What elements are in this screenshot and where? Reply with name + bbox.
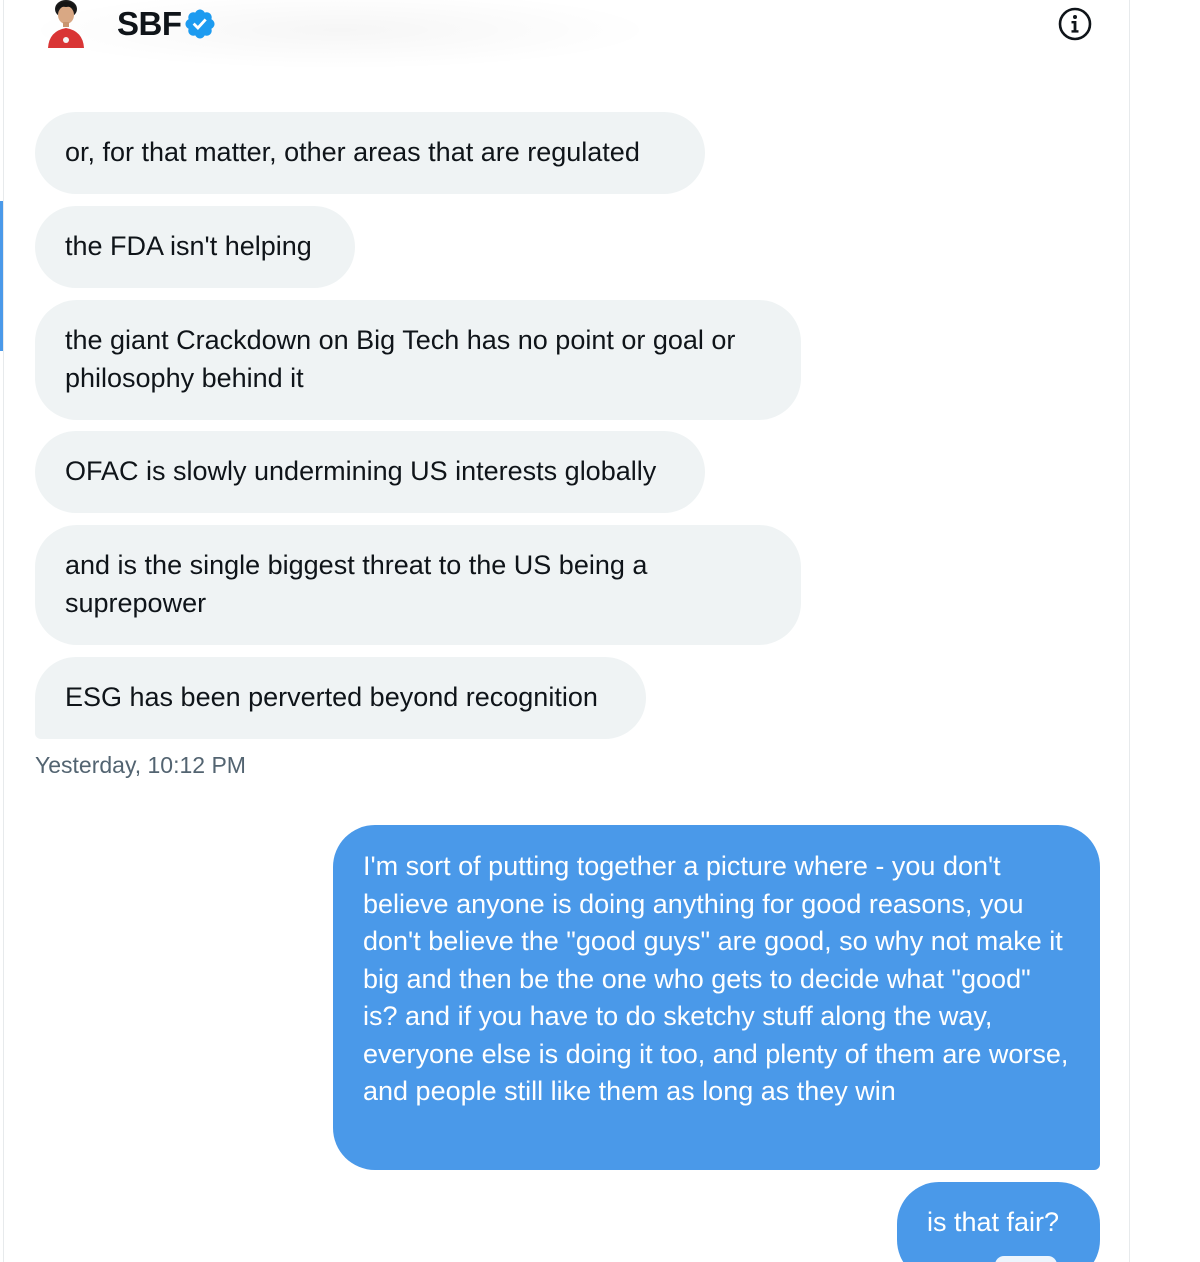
message-text: the FDA isn't helping	[65, 231, 312, 261]
incoming-message-bubble[interactable]: the giant Crackdown on Big Tech has no p…	[35, 300, 801, 420]
message-timestamp: Yesterday, 10:12 PM	[35, 752, 246, 778]
panel-divider-left	[3, 0, 4, 1262]
incoming-message-bubble[interactable]: ESG has been perverted beyond recognitio…	[35, 657, 646, 739]
avatar[interactable]	[44, 0, 88, 48]
message-text: and is the single biggest threat to the …	[65, 550, 648, 618]
incoming-message-bubble[interactable]: the FDA isn't helping	[35, 206, 355, 288]
outgoing-message-bubble[interactable]: is that fair?	[897, 1182, 1100, 1262]
reaction-indicator	[995, 1256, 1057, 1262]
message-text: I'm sort of putting together a picture w…	[363, 851, 1069, 1106]
header-backdrop	[20, 0, 660, 70]
message-text: the giant Crackdown on Big Tech has no p…	[65, 325, 736, 393]
dm-conversation-view: SBF or, for that matter, other areas tha…	[0, 0, 1200, 1262]
conversation-info-button[interactable]	[1057, 6, 1093, 42]
incoming-message-bubble[interactable]: and is the single biggest threat to the …	[35, 525, 801, 645]
outgoing-message-bubble[interactable]: I'm sort of putting together a picture w…	[333, 825, 1100, 1170]
verified-badge-icon	[183, 7, 217, 41]
message-text: or, for that matter, other areas that ar…	[65, 137, 640, 167]
conversation-title: SBF	[117, 5, 182, 42]
incoming-message-bubble[interactable]: OFAC is slowly undermining US interests …	[35, 431, 705, 513]
incoming-message-bubble[interactable]: or, for that matter, other areas that ar…	[35, 112, 705, 194]
message-text: ESG has been perverted beyond recognitio…	[65, 682, 598, 712]
panel-divider-right	[1129, 0, 1130, 1262]
active-conversation-indicator	[0, 201, 3, 351]
message-text: OFAC is slowly undermining US interests …	[65, 456, 657, 486]
avatar-image	[48, 0, 84, 48]
message-text: is that fair?	[927, 1207, 1060, 1237]
info-icon	[1058, 7, 1092, 41]
